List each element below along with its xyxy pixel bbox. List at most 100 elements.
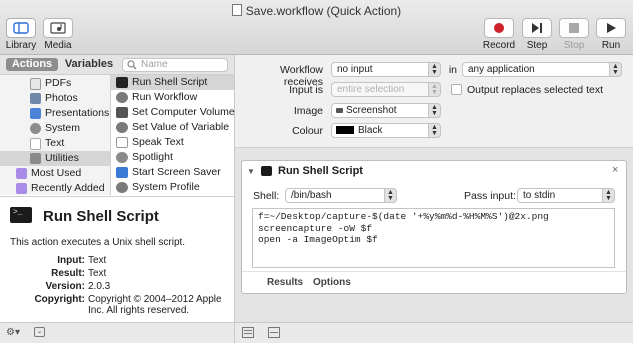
photos-icon [30, 93, 41, 104]
output-replaces-checkbox[interactable] [451, 84, 462, 95]
category-recently-added[interactable]: Recently Added [16, 181, 105, 196]
chevron-updown-icon: ▲ ▼ [609, 62, 622, 77]
chevron-updown-icon: ▲ ▼ [602, 188, 615, 203]
log-view-icon[interactable] [242, 327, 254, 338]
action-run-shell-script[interactable]: Run Shell Script [111, 75, 234, 90]
result-value: Text [88, 268, 107, 279]
colour-swatch [336, 126, 354, 134]
library-button[interactable] [6, 18, 36, 38]
copyright-line1: Copyright © 2004–2012 Apple [88, 294, 222, 305]
speaker-icon [116, 107, 128, 118]
chevron-updown-icon: ▲ ▼ [428, 82, 441, 97]
show-description-icon[interactable]: ⌄ [34, 327, 45, 337]
divider [234, 323, 235, 343]
in-label: in [448, 64, 457, 76]
search-icon [127, 60, 137, 70]
application-popup[interactable]: any application ▲ ▼ [462, 62, 622, 77]
description-summary: This action executes a Unix shell script… [10, 237, 186, 248]
action-run-workflow[interactable]: Run Workflow [111, 90, 234, 105]
chevron-updown-icon: ▲ ▼ [384, 188, 397, 203]
terminal-icon: >_ [10, 207, 32, 223]
run-button[interactable] [596, 18, 626, 38]
tab-options[interactable]: Options [313, 277, 351, 288]
run-label: Run [601, 40, 621, 51]
image-popup[interactable]: Screenshot ▲ ▼ [331, 103, 441, 118]
automator-icon [116, 122, 128, 133]
stop-icon [569, 23, 579, 33]
tab-actions[interactable]: Actions [6, 58, 58, 71]
action-set-computer-volume[interactable]: Set Computer Volume [111, 105, 235, 120]
spotlight-icon [116, 152, 128, 163]
colour-popup[interactable]: Black ▲ ▼ [331, 123, 441, 138]
script-editor[interactable]: f=~/Desktop/capture-$(date '+%y%m%d-%H%M… [252, 208, 615, 268]
output-replaces-label: Output replaces selected text [467, 84, 603, 96]
action-description: >_ Run Shell Script This action executes… [0, 196, 234, 323]
speak-icon [116, 137, 128, 148]
action-system-profile[interactable]: System Profile [111, 180, 234, 195]
chevron-updown-icon: ▲ ▼ [428, 62, 441, 77]
tab-variables[interactable]: Variables [62, 58, 116, 71]
chevron-updown-icon: ▲ ▼ [428, 103, 441, 118]
shell-popup[interactable]: /bin/bash ▲ ▼ [285, 188, 397, 203]
version-key: Version: [45, 281, 85, 292]
category-system[interactable]: System [30, 121, 80, 136]
input-is-label: Input is [289, 84, 323, 96]
folder-icon [16, 183, 27, 194]
record-label: Record [482, 40, 516, 51]
workflow-settings: Workflow receives no input ▲ ▼ in any appl… [235, 55, 633, 148]
card-title: Run Shell Script [278, 165, 363, 177]
input-value: Text [88, 255, 107, 266]
close-icon[interactable]: × [612, 164, 618, 176]
stop-label: Stop [563, 40, 585, 51]
system-icon [30, 123, 41, 134]
gear-icon[interactable]: ⚙▾ [6, 327, 20, 338]
category-pdfs[interactable]: PDFs [30, 76, 71, 91]
search-input[interactable]: Name [122, 58, 228, 72]
library-icon [13, 22, 29, 34]
category-utilities[interactable]: Utilities [30, 151, 79, 166]
category-most-used[interactable]: Most Used [16, 166, 81, 181]
workflow-receives-popup[interactable]: no input ▲ ▼ [331, 62, 441, 77]
library-tabs: Actions Variables Name [0, 55, 234, 75]
version-value: 2.0.3 [88, 281, 111, 292]
category-photos[interactable]: Photos [30, 91, 78, 106]
terminal-icon [261, 166, 272, 176]
document-icon [231, 4, 242, 16]
action-list: Run Shell Script Run Workflow Set Comput… [111, 75, 235, 195]
variables-view-icon[interactable] [268, 327, 280, 338]
search-placeholder: Name [141, 59, 168, 70]
action-spotlight[interactable]: Spotlight [111, 150, 234, 165]
tab-results[interactable]: Results [267, 277, 303, 288]
input-is-popup[interactable]: entire selection ▲ ▼ [331, 82, 441, 97]
divider [242, 271, 626, 272]
utilities-icon [30, 153, 41, 164]
text-icon [30, 138, 41, 150]
shell-label: Shell: [253, 190, 280, 202]
record-icon [494, 23, 504, 33]
disclosure-triangle-icon[interactable]: ▼ [247, 167, 255, 176]
automator-icon [116, 182, 128, 193]
library-label: Library [5, 40, 37, 51]
media-button[interactable] [43, 18, 73, 38]
action-set-value-of-variable[interactable]: Set Value of Variable [111, 120, 234, 135]
step-label: Step [526, 40, 548, 51]
screensaver-icon [116, 167, 128, 178]
input-key: Input: [57, 255, 85, 266]
category-presentations[interactable]: Presentations [30, 106, 109, 121]
action-speak-text[interactable]: Speak Text [111, 135, 234, 150]
record-button[interactable] [484, 18, 514, 38]
step-button[interactable] [522, 18, 552, 38]
play-icon [607, 23, 616, 33]
folder-icon [16, 168, 27, 179]
script-line: f=~/Desktop/capture-$(date '+%y%m%d-%H%M… [258, 211, 549, 222]
action-start-screen-saver[interactable]: Start Screen Saver [111, 165, 234, 180]
toolbar: Save.workflow (Quick Action) Library Med… [0, 0, 633, 55]
pass-input-popup[interactable]: to stdin ▲ ▼ [517, 188, 615, 203]
stop-button[interactable] [559, 18, 589, 38]
chevron-updown-icon: ▲ ▼ [428, 123, 441, 138]
result-key: Result: [51, 268, 85, 279]
bottom-bar: ⚙▾ ⌄ [0, 322, 633, 343]
camera-icon [336, 108, 343, 113]
step-icon [532, 23, 542, 33]
category-text[interactable]: Text [30, 136, 64, 151]
